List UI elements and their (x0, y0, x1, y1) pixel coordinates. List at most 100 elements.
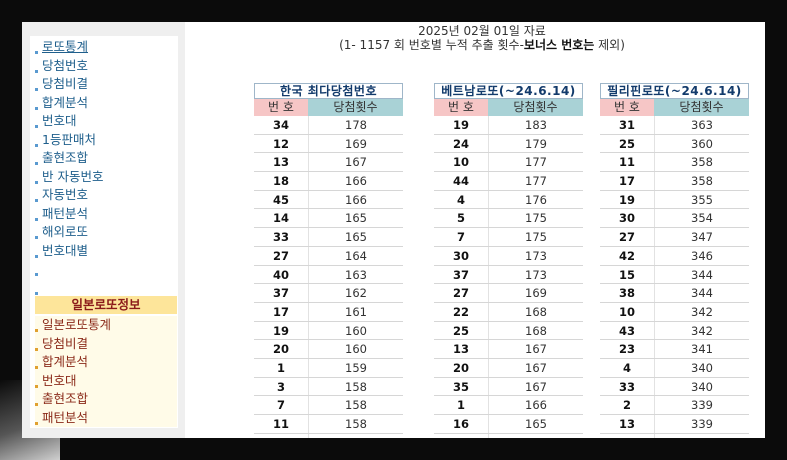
table-korea: 한국 최다당첨번호 번 호 당첨횟수 34 178 12 169 13 167 18 166 45 16… (254, 83, 403, 438)
japan-nav-item[interactable]: 패턴분석 (35, 408, 177, 427)
lotto-number: 27 (272, 248, 289, 263)
lotto-number: 30 (618, 211, 635, 226)
win-count: 175 (488, 209, 583, 228)
sidebar-item[interactable]: 해외로또 (30, 223, 178, 242)
lotto-number: 18 (272, 174, 289, 189)
sidebar-item-label: 출현조합 (42, 150, 89, 165)
win-count: 344 (654, 284, 749, 302)
table-header: 번 호 당첨횟수 (600, 99, 749, 116)
table-row: 7 175 (434, 228, 583, 247)
sidebar-item[interactable]: 번호대별 (30, 242, 178, 261)
sidebar-item[interactable]: 번호대 (30, 112, 178, 131)
subtitle-prefix: (1- 1157 회 번호별 누적 추출 횟수- (339, 38, 524, 52)
win-count: 168 (488, 321, 583, 340)
table-row: 20 160 (254, 340, 403, 359)
sidebar-item[interactable]: 당첨번호 (30, 57, 178, 76)
lotto-number: 7 (276, 398, 285, 413)
bullet-icon (35, 384, 38, 388)
table-row: 43 342 (600, 321, 749, 341)
win-count: 178 (308, 116, 403, 134)
lotto-number: 13 (272, 155, 289, 170)
win-count: 158 (308, 396, 403, 414)
table-row: 34 178 (254, 116, 403, 135)
japan-nav-item-label: 당첨비결 (42, 335, 89, 351)
table-row: 1 159 (254, 358, 403, 378)
table-row: 33 340 (600, 377, 749, 397)
win-count: 339 (654, 396, 749, 414)
table-row: 4 340 (600, 358, 749, 378)
lotto-number: 17 (272, 304, 289, 319)
bullet-icon (35, 51, 38, 54)
page-title: 2025년 02월 01일 자료 (1- 1157 회 번호별 누적 추출 횟수… (222, 24, 742, 52)
sidebar-item[interactable]: 출현조합 (30, 149, 178, 168)
table-header: 번 호 당첨횟수 (254, 99, 403, 116)
lotto-number: 1 (276, 360, 285, 375)
sidebar-item-label: 번호대 (42, 113, 77, 128)
win-count: 340 (654, 377, 749, 396)
japan-nav-item[interactable]: 출현조합 (35, 390, 177, 409)
table-row: 7 158 (254, 396, 403, 415)
lotto-number: 12 (272, 136, 289, 151)
bullet-icon (35, 106, 38, 110)
win-count: 339 (654, 433, 749, 438)
table-row: 13 167 (254, 153, 403, 173)
table-row: 17 358 (600, 172, 749, 191)
lotto-number: 37 (272, 286, 289, 301)
japan-nav-item[interactable]: 번호대 (35, 371, 177, 390)
bullet-icon (35, 236, 38, 239)
lotto-number: 24 (452, 136, 469, 151)
win-count: 342 (654, 321, 749, 340)
sidebar-item[interactable]: 합계분석 (30, 94, 178, 113)
lotto-number: 19 (272, 323, 289, 338)
win-count: 358 (654, 172, 749, 190)
win-count: 166 (488, 396, 583, 414)
sidebar-item-label: 합계분석 (42, 94, 89, 110)
table-row: 15 344 (600, 265, 749, 285)
sidebar-item[interactable]: 반 자동번호 (30, 168, 178, 187)
win-count: 344 (654, 265, 749, 284)
table-row: 27 169 (434, 284, 583, 303)
win-count: 355 (654, 190, 749, 209)
lotto-number: 5 (456, 211, 465, 226)
win-count: 158 (308, 433, 403, 438)
table-row: 25 168 (434, 321, 583, 341)
lotto-number: 26 (600, 434, 654, 438)
sidebar-item[interactable] (30, 279, 178, 298)
bullet-icon (35, 273, 38, 276)
table-row: 27 347 (600, 228, 749, 247)
table-row: 6165 (434, 433, 583, 438)
table-row: 5 175 (434, 209, 583, 229)
sidebar-item[interactable]: 당첨비결 (30, 75, 178, 94)
lotto-number: 13 (618, 417, 635, 431)
table-row: 30 173 (434, 246, 583, 266)
japan-nav-item[interactable]: 합계분석 (35, 353, 177, 372)
japan-nav-item[interactable]: 일본로또통계 (35, 316, 177, 335)
lotto-number: 22 (452, 304, 469, 319)
table-row: 33 165 (254, 228, 403, 247)
lotto-number: 35 (452, 379, 469, 394)
japan-nav-item-label: 패턴분석 (42, 409, 89, 425)
win-count: 354 (654, 209, 749, 228)
sidebar-item[interactable]: 로또통계 (30, 38, 178, 57)
japan-nav-item-label: 합계분석 (42, 354, 89, 369)
lotto-number: 33 (272, 230, 289, 245)
bullet-icon (35, 180, 38, 184)
sidebar-item[interactable]: 패턴분석 (30, 205, 178, 224)
lotto-number: 14 (272, 211, 289, 226)
win-count: 340 (654, 358, 749, 377)
lotto-number: 19 (618, 192, 635, 207)
japan-nav-item-label: 출현조합 (42, 391, 89, 406)
sidebar-item[interactable]: 1등판매처 (30, 131, 178, 150)
web-page: 로또통계 당첨번호 당첨비결 합계분석 번호대 1등판매처 출현조합 반 자동번호 자동번호 패턴… (22, 22, 765, 438)
table-row: 40 163 (254, 265, 403, 285)
bullet-icon (35, 217, 38, 221)
sidebar-item-label: 번호대별 (42, 242, 89, 258)
sidebar: 로또통계 당첨번호 당첨비결 합계분석 번호대 1등판매처 출현조합 반 자동번호 자동번호 패턴… (22, 22, 185, 438)
table-row: 20 167 (434, 358, 583, 378)
sidebar-item[interactable]: 자동번호 (30, 186, 178, 205)
japan-nav-item[interactable]: 당첨비결 (35, 334, 177, 353)
sidebar-item[interactable] (30, 260, 178, 279)
sidebar-item-label: 자동번호 (42, 187, 89, 202)
table-row: 1 166 (434, 396, 583, 415)
sidebar-nav: 로또통계 당첨번호 당첨비결 합계분석번호대 1등판매처 출현조합반 자동번호 자동번호패턴… (30, 36, 178, 297)
